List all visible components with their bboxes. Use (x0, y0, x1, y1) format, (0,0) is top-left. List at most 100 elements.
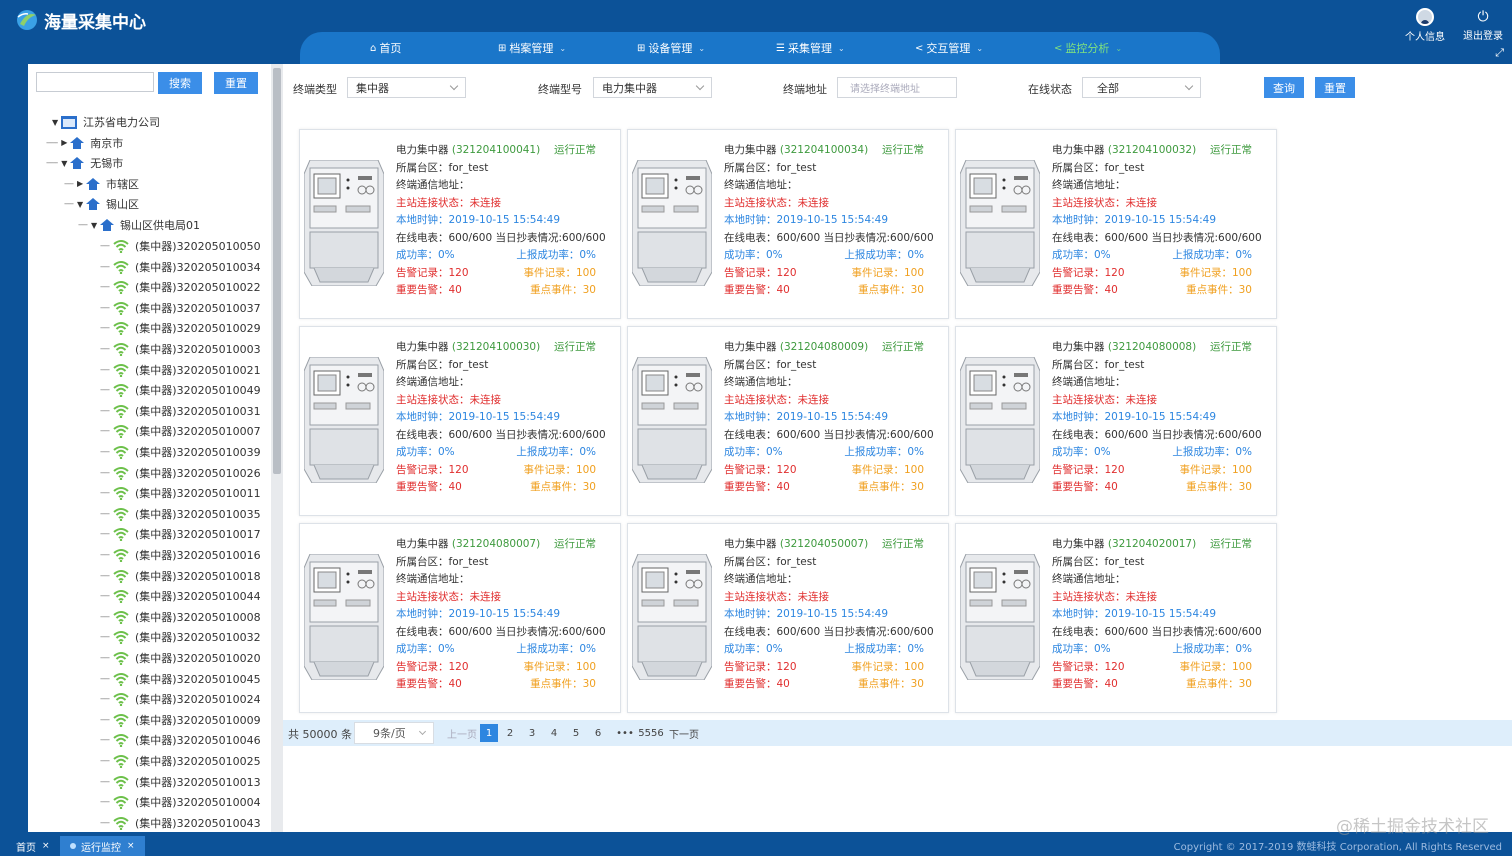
tree-leaf-concentrator[interactable]: ---- (集中器)320205010024 (100, 689, 261, 709)
tree-leaf-concentrator[interactable]: ---- (集中器)320205010007 (100, 421, 261, 441)
caret-right-icon[interactable]: ▶ (77, 179, 86, 188)
tab-home[interactable]: 首页 × (6, 836, 60, 856)
tree-connector: ---- (100, 323, 110, 334)
tree-leaf-concentrator[interactable]: ---- (集中器)320205010011 (100, 483, 261, 503)
addr-input[interactable]: 请选择终端地址 (837, 77, 957, 98)
card-text: 所属台区： (724, 161, 777, 174)
important-alarm-count: 40 (776, 481, 790, 493)
nav-item-4[interactable]: < 交互管理 ⌄ (915, 32, 983, 64)
caret-down-icon[interactable]: ▼ (91, 221, 100, 230)
next-page-button[interactable]: 下一页 (669, 724, 699, 742)
device-card[interactable]: 电力集中器 (321204100032) 运行正常 所属台区： for_test 终… (955, 129, 1277, 319)
nav-item-0[interactable]: ⌂ 首页 (370, 32, 401, 64)
tree-leaf-concentrator[interactable]: ---- (集中器)320205010013 (100, 772, 261, 792)
nav-item-2[interactable]: ⊞ 设备管理 ⌄ (637, 32, 705, 64)
tree-leaf-concentrator[interactable]: ---- (集中器)320205010049 (100, 380, 261, 400)
tree-node[interactable]: ----- ▼ 无锡市 (46, 153, 123, 173)
type-select[interactable]: 集中器 (347, 77, 466, 98)
tree-leaf-concentrator[interactable]: ---- (集中器)320205010025 (100, 751, 261, 771)
tree-leaf-concentrator[interactable]: ---- (集中器)320205010018 (100, 566, 261, 586)
nav-item-1[interactable]: ⊞ 档案管理 ⌄ (498, 32, 566, 64)
tree-leaf-concentrator[interactable]: ---- (集中器)320205010008 (100, 607, 261, 627)
fullscreen-icon[interactable]: ⤢ (1495, 46, 1504, 60)
tree-leaf-concentrator[interactable]: ---- (集中器)320205010045 (100, 669, 261, 689)
tree-leaf-concentrator[interactable]: ---- (集中器)320205010046 (100, 730, 261, 750)
nav-item-5[interactable]: < 监控分析 ⌄ (1054, 32, 1122, 64)
caret-right-icon[interactable]: ▶ (61, 138, 70, 147)
tree-node[interactable]: ---- ▶ 市辖区 (64, 174, 139, 194)
share-icon: < (915, 42, 924, 54)
tree-leaf-concentrator[interactable]: ---- (集中器)320205010003 (100, 339, 261, 359)
page-size-select[interactable]: 9条/页 (354, 722, 434, 744)
close-icon[interactable]: × (42, 841, 50, 851)
device-card[interactable]: 电力集中器 (321204100041) 运行正常 所属台区： for_test 终… (299, 129, 621, 319)
page-ellipsis[interactable]: ••• (613, 724, 637, 742)
tree-leaf-concentrator[interactable]: ---- (集中器)320205010016 (100, 545, 261, 565)
tree-node[interactable]: ▼ 江苏省电力公司 (52, 112, 160, 132)
nav-item-3[interactable]: ☰ 采集管理 ⌄ (776, 32, 845, 64)
tree-leaf-concentrator[interactable]: ---- (集中器)320205010039 (100, 442, 261, 462)
query-button[interactable]: 查询 (1264, 77, 1304, 98)
tree-leaf-concentrator[interactable]: ---- (集中器)320205010020 (100, 648, 261, 668)
tree-leaf-concentrator[interactable]: ---- (集中器)320205010022 (100, 277, 261, 297)
page-6[interactable]: 6 (591, 724, 605, 742)
caret-down-icon[interactable]: ▼ (77, 200, 86, 209)
tree-leaf-concentrator[interactable]: ---- (集中器)320205010043 (100, 813, 261, 832)
reset-button[interactable]: 重置 (1315, 77, 1355, 98)
tree-leaf-concentrator[interactable]: ---- (集中器)320205010029 (100, 318, 261, 338)
caret-down-icon[interactable]: ▼ (61, 159, 70, 168)
tree-leaf-concentrator[interactable]: ---- (集中器)320205010044 (100, 586, 261, 606)
chevron-down-icon (418, 727, 427, 736)
page-2[interactable]: 2 (503, 724, 517, 742)
header: 海量采集中心 ⌂ 首页 ⊞ 档案管理 ⌄ ⊞ 设备管理 ⌄ ☰ 采集管理 ⌄ < 交互管理 ⌄ < 监控分析 ⌄… (0, 0, 1512, 64)
tree-leaf-concentrator[interactable]: ---- (集中器)320205010034 (100, 257, 261, 277)
device-card[interactable]: 电力集中器 (321204080008) 运行正常 所属台区： for_test 终… (955, 326, 1277, 516)
tree-reset-button[interactable]: 重置 (214, 72, 258, 94)
tree-leaf-concentrator[interactable]: ---- (集中器)320205010031 (100, 401, 261, 421)
tree-node[interactable]: ----- ▶ 南京市 (46, 133, 123, 153)
tree-leaf-concentrator[interactable]: ---- (集中器)320205010050 (100, 236, 261, 256)
tree-leaf-concentrator[interactable]: ---- (集中器)320205010009 (100, 710, 261, 730)
important-alarm-count: 40 (776, 284, 790, 296)
tab-run-monitor[interactable]: 运行监控 × (60, 836, 145, 856)
house-icon (70, 136, 85, 149)
device-card[interactable]: 电力集中器 (321204050007) 运行正常 所属台区： for_test 终… (627, 523, 949, 713)
logout-button[interactable]: ⏻ 退出登录 (1454, 0, 1512, 50)
tree-leaf-concentrator[interactable]: ---- (集中器)320205010021 (100, 360, 261, 380)
profile-button[interactable]: 个人信息 (1396, 0, 1454, 50)
tree-leaf-concentrator[interactable]: ---- (集中器)320205010004 (100, 792, 261, 812)
page-1[interactable]: 1 (480, 724, 498, 742)
device-card[interactable]: 电力集中器 (321204100030) 运行正常 所属台区： for_test 终… (299, 326, 621, 516)
tree-search-button[interactable]: 搜索 (158, 72, 202, 94)
page-3[interactable]: 3 (525, 724, 539, 742)
tree-leaf-concentrator[interactable]: ---- (集中器)320205010035 (100, 504, 261, 524)
key-event-count: 30 (910, 284, 924, 296)
page-5556[interactable]: 5556 (638, 724, 663, 742)
tree-leaf-concentrator[interactable]: ---- (集中器)320205010037 (100, 298, 261, 318)
status-select[interactable]: 全部 (1082, 77, 1201, 98)
caret-down-icon[interactable]: ▼ (52, 118, 61, 127)
tree-node[interactable]: ---- ▼ 锡山区供电局01 (78, 215, 200, 235)
wifi-icon (113, 610, 135, 624)
page-5[interactable]: 5 (569, 724, 583, 742)
close-icon[interactable]: × (127, 841, 135, 851)
tree-leaf-concentrator[interactable]: ---- (集中器)320205010026 (100, 463, 261, 483)
device-card[interactable]: 电力集中器 (321204020017) 运行正常 所属台区： for_test 终… (955, 523, 1277, 713)
model-select[interactable]: 电力集中器 (593, 77, 712, 98)
prev-page-button[interactable]: 上一页 (447, 724, 477, 742)
tree-node[interactable]: ---- ▼ 锡山区 (64, 194, 139, 214)
wifi-icon (113, 280, 135, 295)
key-event-count: 30 (582, 481, 596, 493)
sidebar-scrollbar[interactable] (271, 64, 283, 832)
device-card[interactable]: 电力集中器 (321204080007) 运行正常 所属台区： for_test 终… (299, 523, 621, 713)
scrollbar-thumb[interactable] (273, 68, 281, 474)
link-status: 未连接 (797, 590, 830, 603)
report-rate: 0% (1235, 643, 1252, 655)
device-card[interactable]: 电力集中器 (321204100034) 运行正常 所属台区： for_test 终… (627, 129, 949, 319)
app-logo[interactable]: 海量采集中心 (14, 5, 146, 35)
device-card[interactable]: 电力集中器 (321204080009) 运行正常 所属台区： for_test 终… (627, 326, 949, 516)
tree-leaf-concentrator[interactable]: ---- (集中器)320205010017 (100, 524, 261, 544)
page-4[interactable]: 4 (547, 724, 561, 742)
tree-search-input[interactable] (36, 72, 154, 92)
tree-leaf-concentrator[interactable]: ---- (集中器)320205010032 (100, 627, 261, 647)
